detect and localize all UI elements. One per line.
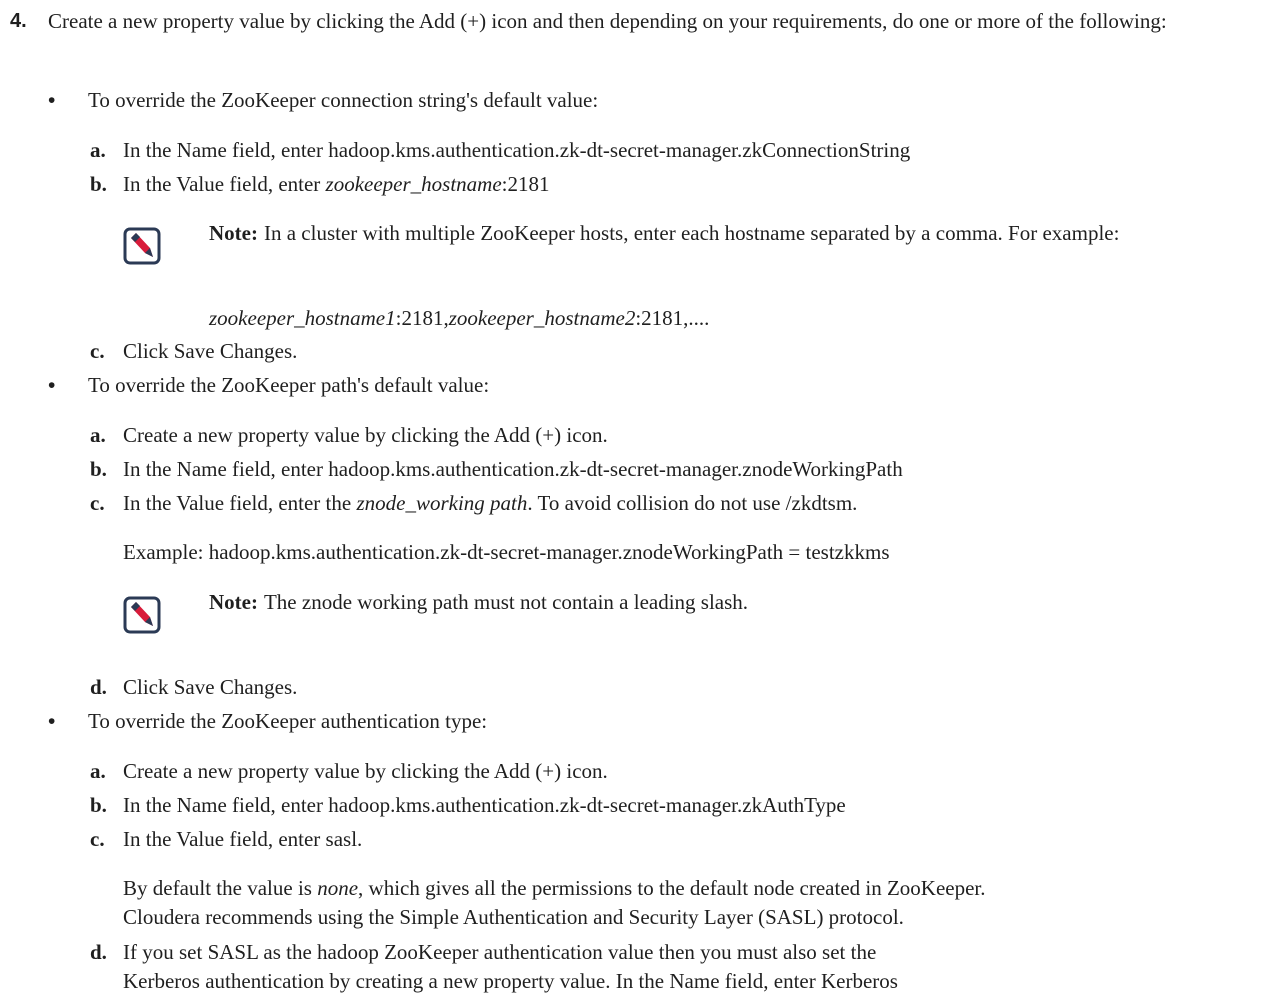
note-pencil-icon xyxy=(123,596,161,634)
bullet-marker: • xyxy=(48,374,56,397)
list-item: c. In the Value field, enter the znode_wo… xyxy=(90,491,858,515)
list-item: a. Create a new property value by clickin… xyxy=(90,759,608,783)
list-item: a. In the Name field, enter hadoop.kms.au… xyxy=(90,138,911,162)
default-text-line2: Cloudera recommends using the Simple Aut… xyxy=(123,905,904,929)
bullet-text: To override the ZooKeeper path's default… xyxy=(88,373,490,397)
list-item: b. In the Value field, enter zookeeper_ho… xyxy=(90,172,550,196)
note-body: Note: The znode working path must not con… xyxy=(209,590,749,614)
note-body: Note: In a cluster with multiple ZooKeepe… xyxy=(209,221,1120,245)
step-text: Create a new property value by clicking … xyxy=(48,9,1167,33)
step-number: 4. xyxy=(10,10,27,32)
step-4: 4. Create a new property value by clicki… xyxy=(0,7,1262,36)
bullet-text: To override the ZooKeeper authentication… xyxy=(88,709,488,733)
document-page: 4. Create a new property value by clicki… xyxy=(0,0,1282,1005)
example-text: Example: hadoop.kms.authentication.zk-dt… xyxy=(123,540,890,564)
list-item: a. Create a new property value by clickin… xyxy=(90,423,608,447)
bullet-marker: • xyxy=(48,89,56,112)
bullet-text: To override the ZooKeeper connection str… xyxy=(88,88,599,112)
note-callout: Note: In a cluster with multiple ZooKeepe… xyxy=(123,219,1273,265)
list-item: d. Click Save Changes. xyxy=(90,675,298,699)
list-item: b. In the Name field, enter hadoop.kms.au… xyxy=(90,457,903,481)
list-item: c. Click Save Changes. xyxy=(90,339,298,363)
bullet-marker: • xyxy=(48,710,56,733)
list-item-continuation: Kerberos authentication by creating a ne… xyxy=(123,969,898,993)
list-item: b. In the Name field, enter hadoop.kms.au… xyxy=(90,793,846,817)
note-pencil-icon xyxy=(123,227,161,265)
note-callout: Note: The znode working path must not con… xyxy=(123,588,1273,634)
list-item: d. If you set SASL as the hadoop ZooKeepe… xyxy=(90,940,877,964)
default-text-line1: By default the value is none, which give… xyxy=(123,876,986,900)
note-example: zookeeper_hostname1:2181,zookeeper_hostn… xyxy=(209,306,710,330)
list-item: c. In the Value field, enter sasl. xyxy=(90,827,363,851)
